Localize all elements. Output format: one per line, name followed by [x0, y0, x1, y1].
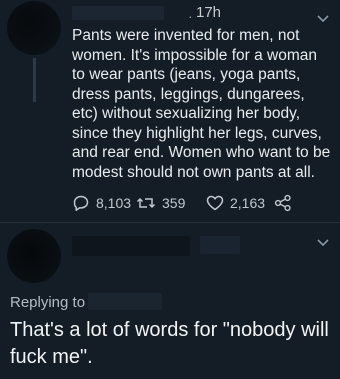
- share-icon: [274, 194, 291, 212]
- reply-text: That's a lot of words for "nobody will f…: [10, 319, 329, 368]
- like-button[interactable]: 2,163: [206, 192, 265, 214]
- avatar[interactable]: [7, 1, 61, 55]
- tweet-actions: 8,103 359 2,163: [72, 192, 334, 214]
- share-button[interactable]: [274, 192, 292, 214]
- retweet-button[interactable]: 359: [136, 192, 185, 214]
- tweet-divider: [0, 222, 340, 223]
- reply-icon: [73, 195, 89, 211]
- retweet-icon: [136, 197, 156, 209]
- thread-connector-line: [33, 58, 36, 102]
- tweet-timestamp[interactable]: 17h: [196, 4, 221, 21]
- original-tweet[interactable]: · 17h Pants were invented for men, not w…: [0, 0, 340, 222]
- chevron-down-icon[interactable]: [316, 14, 330, 24]
- heart-icon: [206, 195, 224, 211]
- redacted-reply-handle: [200, 236, 240, 254]
- reply-avatar[interactable]: [7, 229, 61, 283]
- tweet-text: Pants were invented for men, not women. …: [72, 27, 331, 181]
- redacted-username: [72, 6, 164, 20]
- like-count: 2,163: [230, 195, 266, 211]
- redacted-reply-username: [72, 236, 190, 256]
- chevron-down-icon[interactable]: [316, 238, 330, 248]
- replying-to-label: Replying to: [10, 294, 86, 311]
- reply-button[interactable]: 8,103: [72, 192, 131, 214]
- retweet-count: 359: [162, 195, 186, 211]
- redacted-replying-to-handle[interactable]: [88, 293, 162, 310]
- separator-dot: ·: [188, 8, 193, 24]
- reply-count: 8,103: [96, 195, 132, 211]
